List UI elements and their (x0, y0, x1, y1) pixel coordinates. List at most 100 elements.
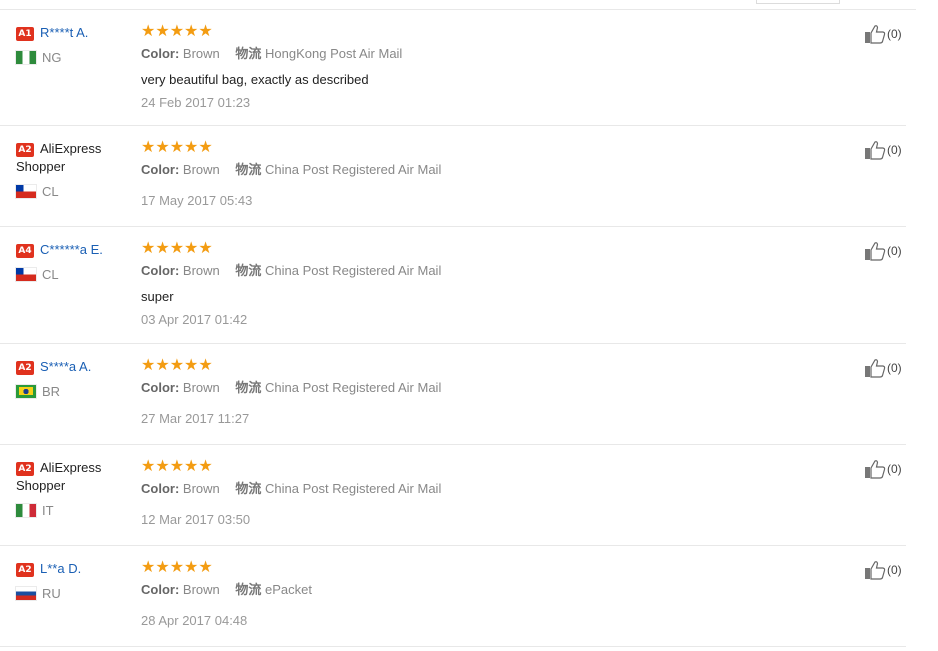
country-code: BR (42, 384, 61, 399)
review-item: A2 L**a D. RU ★★★★★ Color: Brown 物流 ePack… (0, 546, 906, 647)
star-rating: ★★★★★ (141, 23, 213, 40)
buyer-info: A2 AliExpress Shopper IT (16, 459, 131, 518)
buyer-name[interactable]: R****t A. (40, 25, 88, 40)
country-code: IT (42, 503, 54, 518)
buyer-level-badge: A2 (16, 563, 34, 577)
thumbs-up-icon[interactable] (864, 241, 887, 261)
country-flag-icon (16, 185, 36, 198)
sort-dropdown-edge[interactable] (756, 0, 840, 4)
color-value: Brown (182, 582, 220, 597)
star-rating: ★★★★★ (141, 240, 213, 257)
color-label: Color: (141, 582, 180, 597)
review-date: 17 May 2017 05:43 (141, 193, 253, 208)
shipping-label: 物流 (235, 47, 262, 62)
buyer-name[interactable]: C******a E. (40, 242, 103, 257)
color-label: Color: (141, 380, 180, 395)
country-code: CL (42, 267, 59, 282)
helpful-count: (0) (887, 361, 902, 375)
shipping-value: ePacket (265, 582, 313, 597)
review-item: A2 S****a A. BR ★★★★★ Color: Brown 物流 Chi… (0, 344, 906, 445)
review-date: 24 Feb 2017 01:23 (141, 95, 251, 110)
buyer-level-badge: A2 (16, 143, 34, 157)
helpful-button[interactable]: (0) (864, 459, 902, 479)
thumbs-up-icon[interactable] (864, 140, 887, 160)
buyer-country: CL (16, 184, 131, 199)
color-label: Color: (141, 162, 180, 177)
helpful-button[interactable]: (0) (864, 24, 902, 44)
shipping-value: China Post Registered Air Mail (265, 380, 442, 395)
review-date: 28 Apr 2017 04:48 (141, 613, 248, 628)
buyer-info: A1 R****t A. NG (16, 24, 131, 65)
shipping-label: 物流 (235, 381, 262, 396)
thumbs-up-icon[interactable] (864, 459, 887, 479)
buyer-country: CL (16, 267, 131, 282)
review-content: ★★★★★ Color: Brown 物流 China Post Registe… (141, 139, 821, 209)
country-code: NG (42, 50, 62, 65)
color-label: Color: (141, 263, 180, 278)
review-item: A2 AliExpress Shopper CL ★★★★★ Color: Bro… (0, 126, 906, 227)
buyer-info: A4 C******a E. CL (16, 241, 131, 282)
helpful-count: (0) (887, 27, 902, 41)
country-flag-icon (16, 587, 36, 600)
star-rating: ★★★★★ (141, 357, 213, 374)
star-rating: ★★★★★ (141, 139, 213, 156)
buyer-name[interactable]: L**a D. (40, 561, 81, 576)
buyer-name[interactable]: S****a A. (40, 359, 91, 374)
review-date: 27 Mar 2017 11:27 (141, 411, 250, 426)
order-info: Color: Brown 物流 ePacket (141, 582, 821, 599)
helpful-count: (0) (887, 462, 902, 476)
star-rating: ★★★★★ (141, 559, 213, 576)
helpful-count: (0) (887, 143, 902, 157)
buyer-country: RU (16, 586, 131, 601)
buyer-country: BR (16, 384, 131, 399)
helpful-button[interactable]: (0) (864, 241, 902, 261)
review-item: A4 C******a E. CL ★★★★★ Color: Brown 物流 C… (0, 227, 906, 344)
star-rating: ★★★★★ (141, 458, 213, 475)
helpful-button[interactable]: (0) (864, 560, 902, 580)
buyer-level-badge: A2 (16, 361, 34, 375)
thumbs-up-icon[interactable] (864, 560, 887, 580)
country-flag-icon (16, 385, 36, 398)
review-content: ★★★★★ Color: Brown 物流 China Post Registe… (141, 240, 821, 328)
order-info: Color: Brown 物流 China Post Registered Ai… (141, 263, 821, 280)
color-value: Brown (182, 263, 220, 278)
color-value: Brown (182, 481, 220, 496)
review-content: ★★★★★ Color: Brown 物流 ePacket 28 Apr 201… (141, 559, 821, 629)
order-info: Color: Brown 物流 China Post Registered Ai… (141, 481, 821, 498)
shipping-value: HongKong Post Air Mail (265, 46, 403, 61)
shipping-label: 物流 (235, 264, 262, 279)
shipping-label: 物流 (235, 583, 262, 598)
buyer-level-badge: A1 (16, 27, 34, 41)
review-text: super (141, 289, 174, 304)
country-flag-icon (16, 504, 36, 517)
shipping-label: 物流 (235, 482, 262, 497)
shipping-value: China Post Registered Air Mail (265, 263, 442, 278)
buyer-info: A2 AliExpress Shopper CL (16, 140, 131, 199)
review-content: ★★★★★ Color: Brown 物流 China Post Registe… (141, 357, 821, 427)
helpful-count: (0) (887, 563, 902, 577)
buyer-country: NG (16, 50, 131, 65)
order-info: Color: Brown 物流 China Post Registered Ai… (141, 162, 821, 179)
review-date: 12 Mar 2017 03:50 (141, 512, 251, 527)
buyer-level-badge: A4 (16, 244, 34, 258)
review-content: ★★★★★ Color: Brown 物流 China Post Registe… (141, 458, 821, 528)
color-label: Color: (141, 481, 180, 496)
helpful-count: (0) (887, 244, 902, 258)
country-flag-icon (16, 268, 36, 281)
order-info: Color: Brown 物流 HongKong Post Air Mail (141, 46, 821, 63)
review-date: 03 Apr 2017 01:42 (141, 312, 248, 327)
color-value: Brown (182, 46, 220, 61)
shipping-value: China Post Registered Air Mail (265, 162, 442, 177)
feedback-list: A1 R****t A. NG ★★★★★ Color: Brown 物流 Hon… (0, 10, 938, 647)
buyer-level-badge: A2 (16, 462, 34, 476)
shipping-value: China Post Registered Air Mail (265, 481, 442, 496)
thumbs-up-icon[interactable] (864, 358, 887, 378)
buyer-info: A2 L**a D. RU (16, 560, 131, 601)
helpful-button[interactable]: (0) (864, 140, 902, 160)
helpful-button[interactable]: (0) (864, 358, 902, 378)
color-value: Brown (182, 380, 220, 395)
thumbs-up-icon[interactable] (864, 24, 887, 44)
color-value: Brown (182, 162, 220, 177)
shipping-label: 物流 (235, 163, 262, 178)
buyer-info: A2 S****a A. BR (16, 358, 131, 399)
